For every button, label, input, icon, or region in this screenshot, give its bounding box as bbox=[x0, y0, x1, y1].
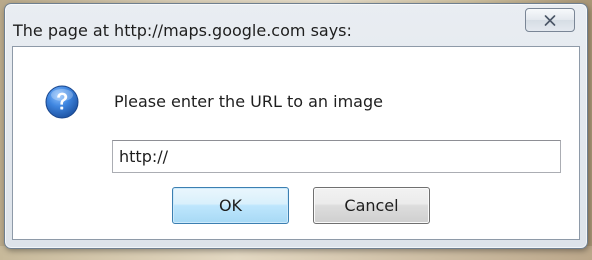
close-button[interactable] bbox=[525, 8, 575, 32]
cancel-button[interactable]: Cancel bbox=[313, 187, 430, 224]
question-icon bbox=[45, 85, 79, 119]
close-icon bbox=[544, 11, 556, 30]
dialog-body: Please enter the URL to an image OK Canc… bbox=[12, 46, 580, 240]
ok-button[interactable]: OK bbox=[172, 187, 289, 224]
prompt-message: Please enter the URL to an image bbox=[114, 92, 383, 111]
dialog-title: The page at http://maps.google.com says: bbox=[13, 21, 352, 40]
url-input[interactable] bbox=[112, 140, 561, 173]
prompt-dialog: The page at http://maps.google.com says: bbox=[4, 3, 588, 249]
